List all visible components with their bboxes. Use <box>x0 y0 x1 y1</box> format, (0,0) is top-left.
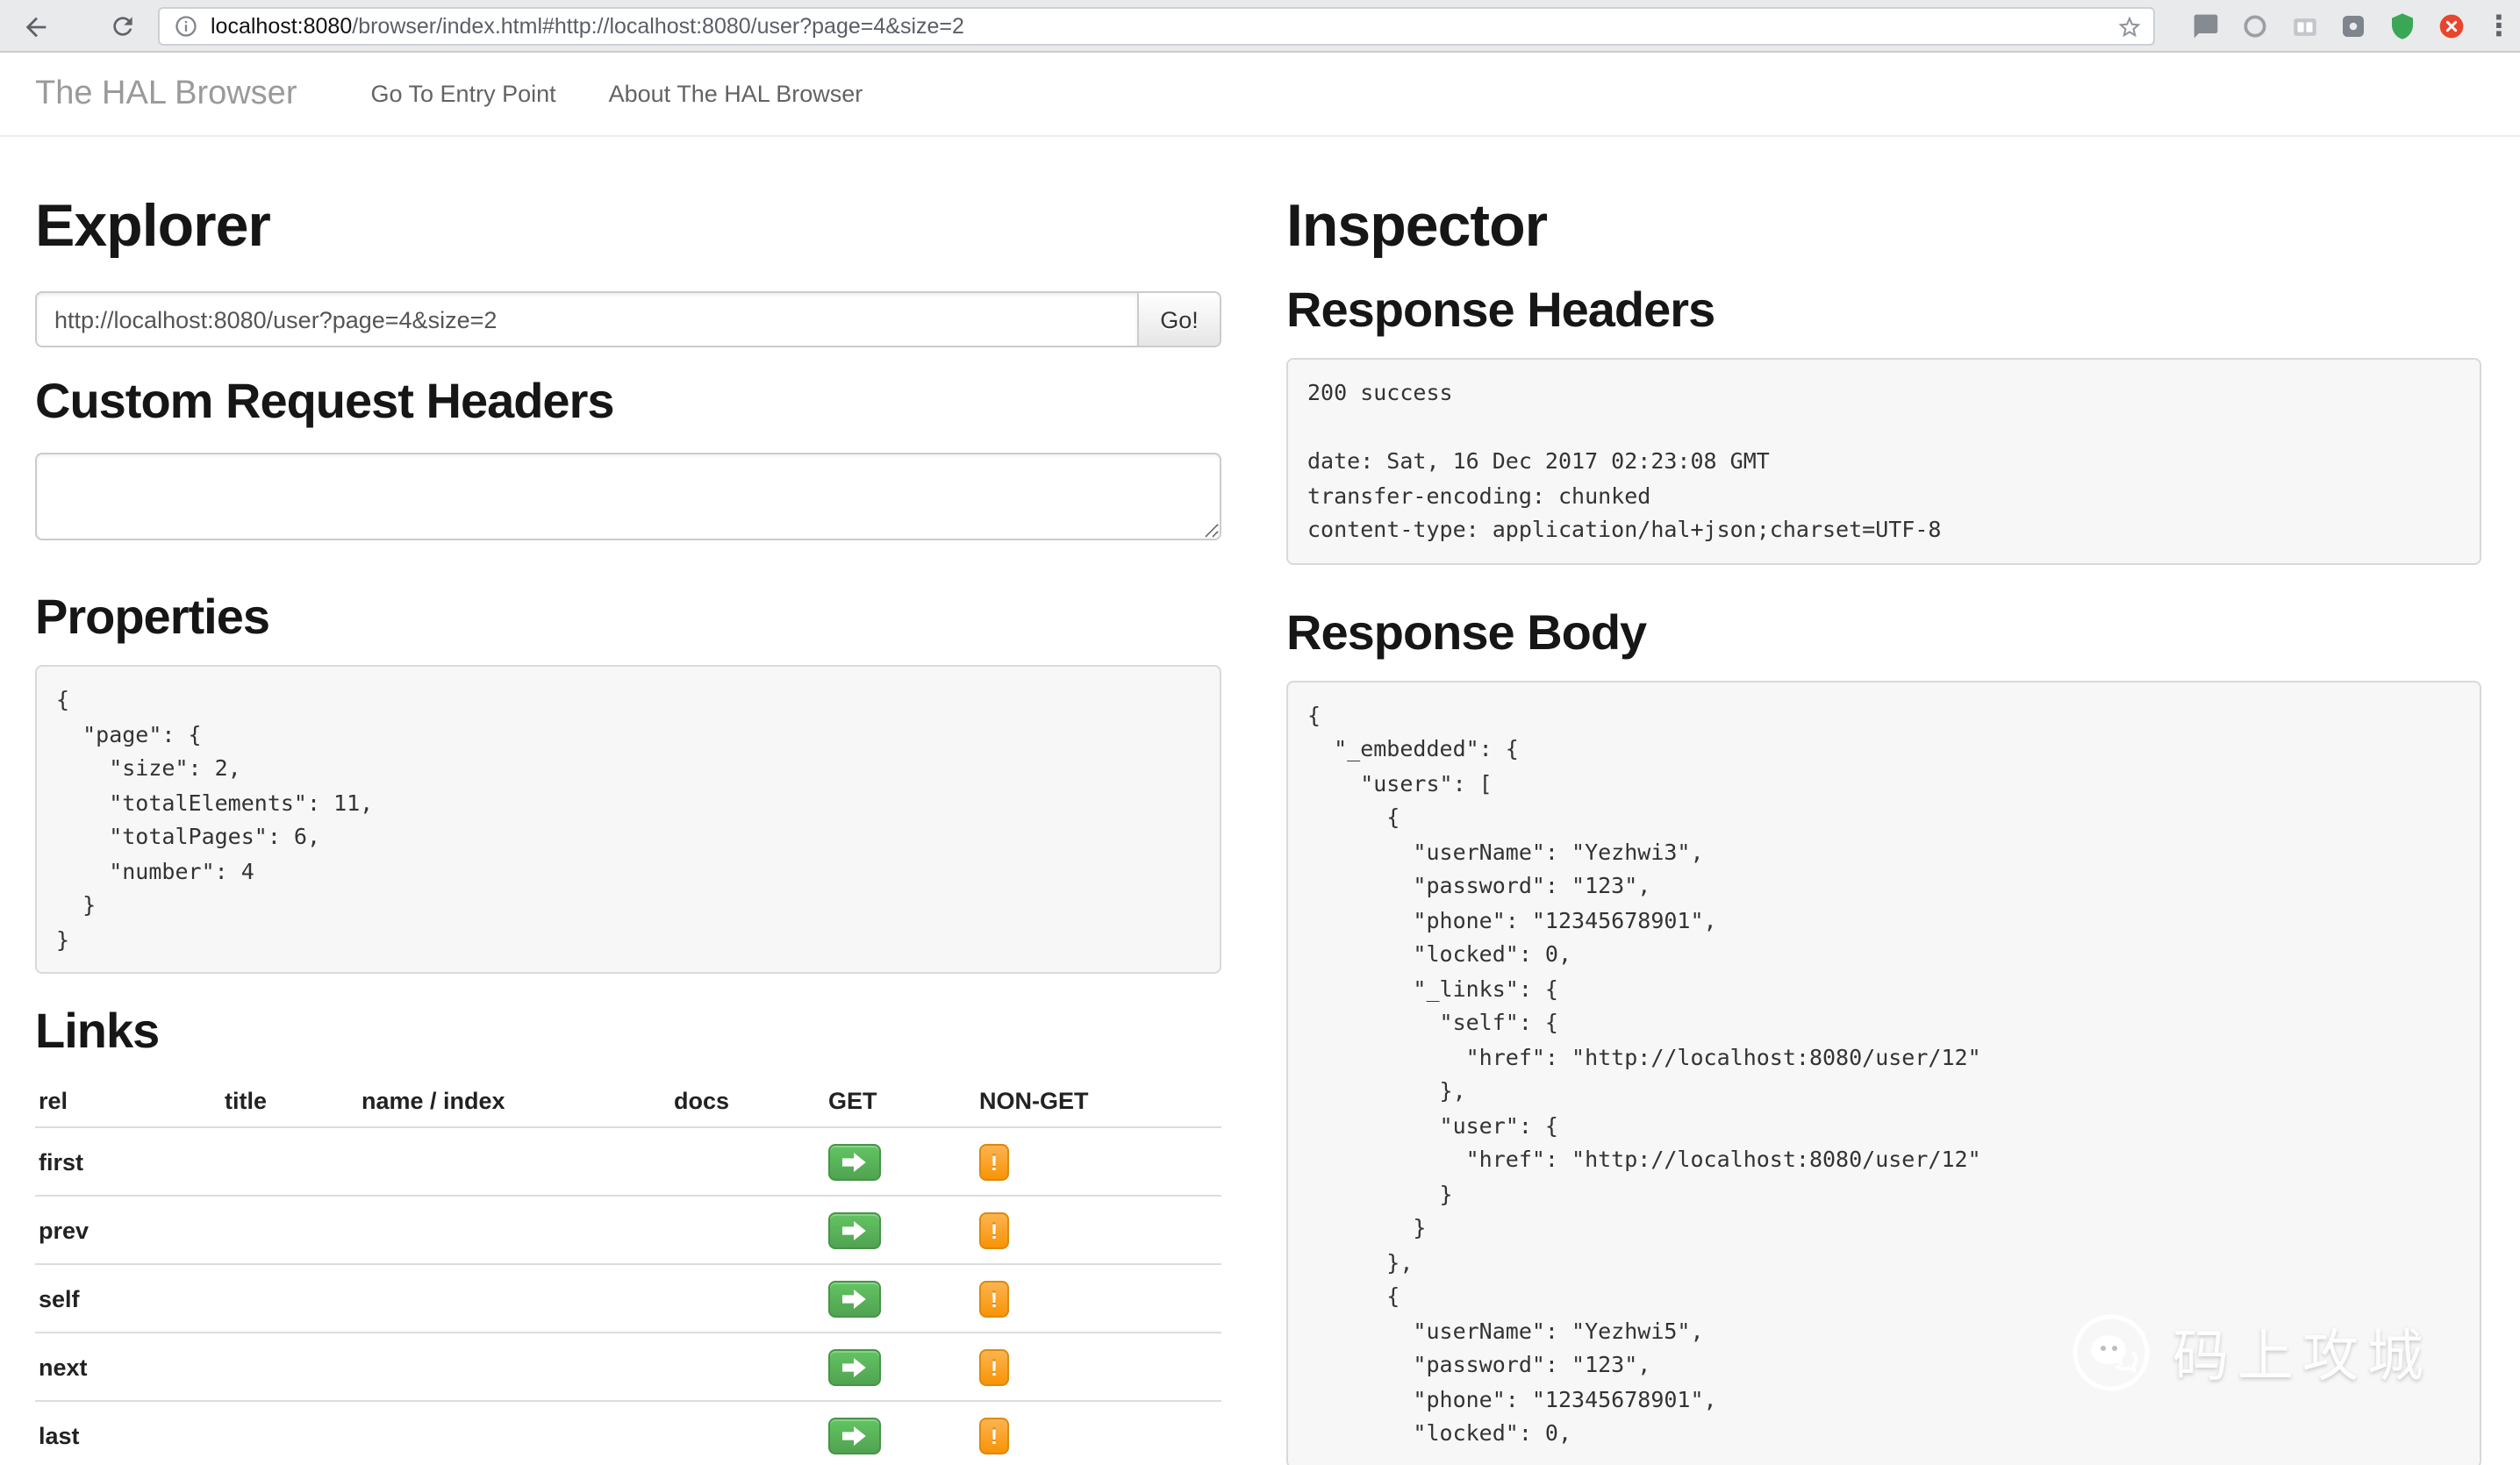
link-title-cell <box>221 1333 358 1401</box>
link-title-cell <box>221 1127 358 1196</box>
link-get-cell <box>825 1127 976 1196</box>
non-get-request-button[interactable]: ! <box>979 1212 1009 1249</box>
link-nonget-cell: ! <box>976 1196 1221 1264</box>
blocker-extension-icon[interactable] <box>2436 11 2467 42</box>
link-get-cell <box>825 1264 976 1333</box>
links-col-rel: rel <box>35 1076 221 1127</box>
extensions-area: ⋮ <box>2190 0 2509 53</box>
arrow-right-icon <box>842 1358 867 1377</box>
link-docs-cell <box>670 1127 825 1196</box>
link-title-cell <box>221 1264 358 1333</box>
response-body-content: { "_embedded": { "users": [ { "userName"… <box>1286 680 2481 1465</box>
browser-toolbar: localhost:8080/browser/index.html#http:/… <box>0 0 2520 53</box>
explorer-panel: Explorer Go! Custom Request Headers Prop… <box>35 137 1221 1465</box>
link-get-cell <box>825 1196 976 1264</box>
get-request-button[interactable] <box>828 1212 881 1249</box>
app-navbar: The HAL Browser Go To Entry Point About … <box>0 53 2520 137</box>
links-header-row: rel title name / index docs GET NON-GET <box>35 1076 1221 1127</box>
link-rel: last <box>35 1401 221 1465</box>
link-docs-cell <box>670 1264 825 1333</box>
circle-extension-icon[interactable] <box>2239 11 2271 42</box>
table-row: last ! <box>35 1401 1221 1465</box>
response-headers-title: Response Headers <box>1286 281 2481 340</box>
back-button[interactable] <box>14 5 56 47</box>
links-col-name: name / index <box>358 1076 670 1127</box>
link-name-cell <box>358 1196 670 1264</box>
link-name-cell <box>358 1264 670 1333</box>
non-get-request-button[interactable]: ! <box>979 1144 1009 1181</box>
browser-menu-icon[interactable]: ⋮ <box>2485 9 2509 44</box>
bookmark-star-icon[interactable] <box>2116 13 2143 39</box>
arrow-right-icon <box>842 1153 867 1172</box>
link-docs-cell <box>670 1401 825 1465</box>
link-docs-cell <box>670 1196 825 1264</box>
links-table: rel title name / index docs GET NON-GET … <box>35 1076 1221 1465</box>
link-name-cell <box>358 1401 670 1465</box>
custom-request-headers-title: Custom Request Headers <box>35 372 1221 432</box>
table-row: self ! <box>35 1264 1221 1333</box>
links-col-get: GET <box>825 1076 976 1127</box>
link-rel: next <box>35 1333 221 1401</box>
response-headers-content: 200 success date: Sat, 16 Dec 2017 02:23… <box>1286 358 2481 564</box>
properties-title: Properties <box>35 588 1221 647</box>
explorer-title: Explorer <box>35 189 1221 263</box>
link-get-cell <box>825 1401 976 1465</box>
non-get-request-button[interactable]: ! <box>979 1281 1009 1318</box>
link-nonget-cell: ! <box>976 1333 1221 1401</box>
nav-link-about[interactable]: About The HAL Browser <box>609 81 863 107</box>
panels-extension-icon[interactable] <box>2288 11 2320 42</box>
explorer-address-group: Go! <box>35 291 1221 347</box>
get-request-button[interactable] <box>828 1418 881 1454</box>
links-col-nonget: NON-GET <box>976 1076 1221 1127</box>
arrow-right-icon <box>842 1290 867 1309</box>
non-get-request-button[interactable]: ! <box>979 1349 1009 1386</box>
refresh-icon <box>109 12 137 40</box>
link-nonget-cell: ! <box>976 1127 1221 1196</box>
non-get-request-button[interactable]: ! <box>979 1418 1009 1454</box>
chat-extension-icon[interactable] <box>2190 11 2222 42</box>
go-button[interactable]: Go! <box>1137 291 1221 347</box>
address-bar[interactable]: localhost:8080/browser/index.html#http:/… <box>158 7 2155 46</box>
link-title-cell <box>221 1196 358 1264</box>
link-title-cell <box>221 1401 358 1465</box>
link-nonget-cell: ! <box>976 1401 1221 1465</box>
explorer-address-input[interactable] <box>35 291 1137 347</box>
inspector-panel: Inspector Response Headers 200 success d… <box>1286 137 2481 1465</box>
link-get-cell <box>825 1333 976 1401</box>
properties-json: { "page": { "size": 2, "totalElements": … <box>35 665 1221 974</box>
table-row: first ! <box>35 1127 1221 1196</box>
table-row: next ! <box>35 1333 1221 1401</box>
response-body-title: Response Body <box>1286 603 2481 662</box>
get-request-button[interactable] <box>828 1349 881 1386</box>
link-name-cell <box>358 1127 670 1196</box>
link-rel: self <box>35 1264 221 1333</box>
inspector-title: Inspector <box>1286 189 2481 263</box>
get-request-button[interactable] <box>828 1281 881 1318</box>
nav-link-entry-point[interactable]: Go To Entry Point <box>371 81 556 107</box>
arrow-right-icon <box>842 1221 867 1240</box>
url-text: localhost:8080/browser/index.html#http:/… <box>211 14 964 39</box>
refresh-button[interactable] <box>102 5 144 47</box>
link-nonget-cell: ! <box>976 1264 1221 1333</box>
info-icon[interactable] <box>174 14 198 39</box>
links-title: Links <box>35 1002 1221 1061</box>
links-col-docs: docs <box>670 1076 825 1127</box>
brand-title[interactable]: The HAL Browser <box>35 75 297 113</box>
badge-extension-icon[interactable] <box>2337 11 2369 42</box>
get-request-button[interactable] <box>828 1144 881 1181</box>
browser-window: localhost:8080/browser/index.html#http:/… <box>0 0 2520 1465</box>
url-host: localhost:8080 <box>211 14 352 39</box>
shield-extension-icon[interactable] <box>2387 11 2418 42</box>
link-docs-cell <box>670 1333 825 1401</box>
table-row: prev ! <box>35 1196 1221 1264</box>
link-rel: first <box>35 1127 221 1196</box>
back-arrow-icon <box>20 11 50 41</box>
custom-headers-textarea[interactable] <box>35 453 1221 540</box>
url-path: /browser/index.html#http://localhost:808… <box>352 14 964 39</box>
link-rel: prev <box>35 1196 221 1264</box>
link-name-cell <box>358 1333 670 1401</box>
links-col-title: title <box>221 1076 358 1127</box>
arrow-right-icon <box>842 1426 867 1446</box>
